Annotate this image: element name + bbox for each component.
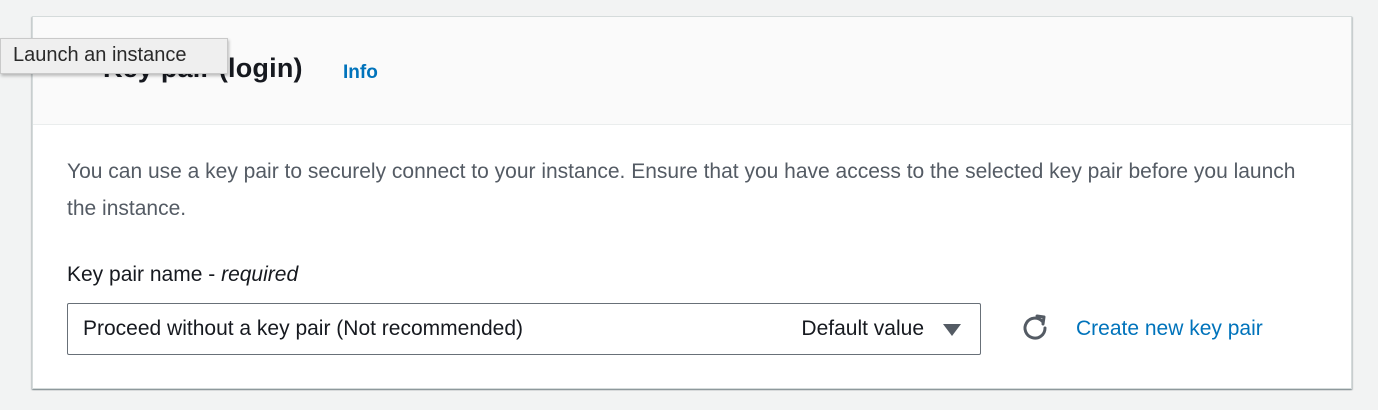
section-description: You can use a key pair to securely conne… bbox=[67, 160, 1296, 220]
field-label-text: Key pair name - bbox=[67, 263, 222, 286]
selected-key-pair-value: Proceed without a key pair (Not recommen… bbox=[83, 317, 524, 340]
refresh-icon[interactable] bbox=[1019, 312, 1051, 344]
key-pair-panel: Key pair (login) Info You can use a key … bbox=[32, 16, 1352, 389]
refresh-icon-svg bbox=[1023, 314, 1047, 340]
info-link[interactable]: Info bbox=[343, 62, 378, 84]
required-label: required bbox=[221, 263, 299, 286]
key-pair-name-label: Key pair name - required bbox=[67, 263, 298, 287]
tooltip: Launch an instance bbox=[0, 38, 228, 74]
key-pair-select[interactable]: Proceed without a key pair (Not recommen… bbox=[67, 303, 981, 355]
create-new-key-pair-link[interactable]: Create new key pair bbox=[1076, 317, 1263, 341]
caret-down-icon bbox=[943, 324, 961, 336]
panel-header: Key pair (login) Info bbox=[33, 17, 1351, 125]
default-value-tag: Default value bbox=[801, 317, 924, 340]
